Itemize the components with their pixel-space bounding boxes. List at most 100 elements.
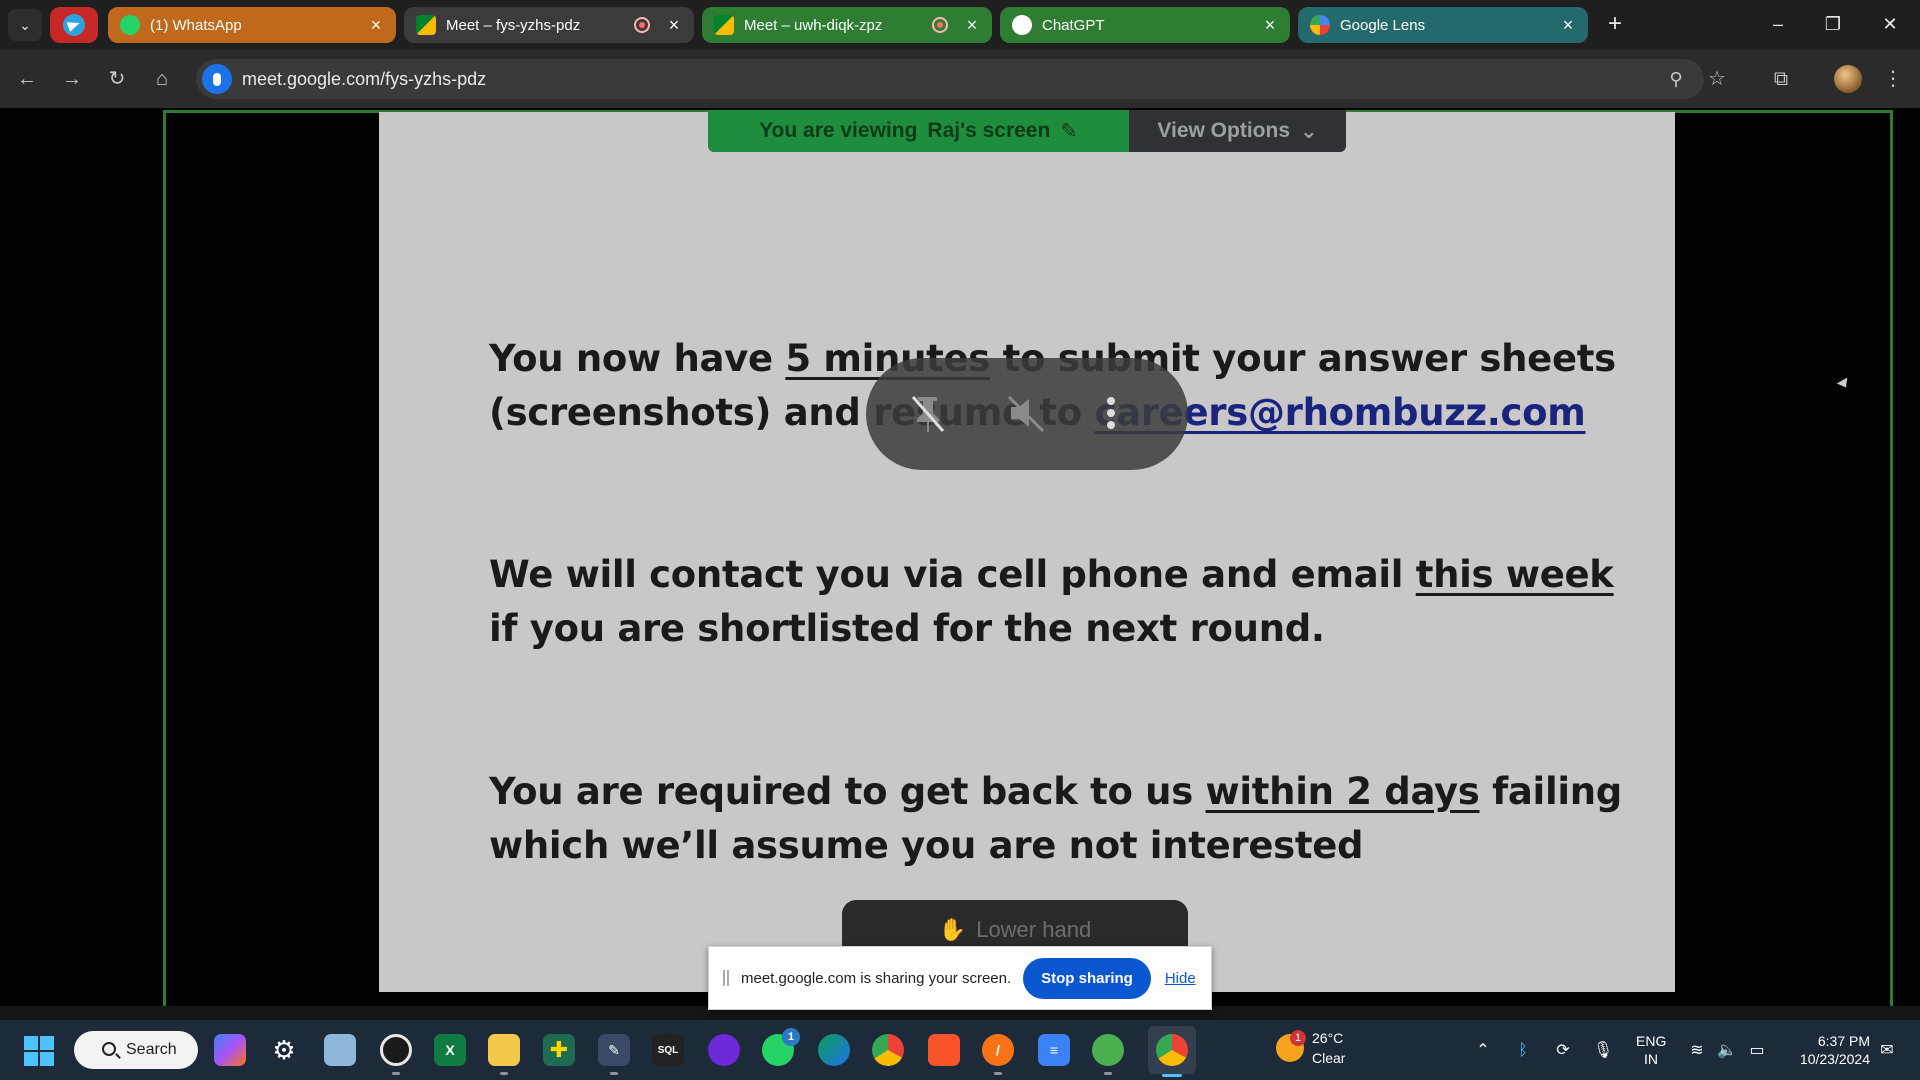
slide-underlined-text: within 2 days [1205,770,1480,813]
google-lens-icon [1310,15,1330,35]
brave-icon[interactable] [928,1034,960,1066]
browser-toolbar: ← → ↻ ⌂ meet.google.com/fys-yzhs-pdz ⚲ ☆… [0,50,1920,108]
windows-start-icon[interactable] [24,1036,54,1066]
file-explorer-icon[interactable] [488,1034,520,1066]
taskbar-search[interactable]: Search [74,1031,198,1069]
drag-handle-icon[interactable] [723,970,729,986]
running-indicator [994,1072,1002,1075]
app-gear-icon[interactable] [380,1034,412,1066]
slide-paragraph-2: We will contact you via cell phone and e… [489,548,1639,656]
restore-icon[interactable]: ❐ [1813,8,1853,40]
stop-sharing-button[interactable]: Stop sharing [1023,957,1151,999]
minimize-icon[interactable]: – [1758,8,1798,40]
forward-arrow-icon[interactable]: → [55,62,89,96]
recording-icon [932,17,948,33]
share-message: meet.google.com is sharing your screen. [741,969,1012,987]
bible-app-icon[interactable]: ✚ [543,1034,575,1066]
presenter-name: Raj's screen [927,119,1051,142]
close-icon[interactable]: × [964,15,980,36]
whatsapp-icon [120,15,140,35]
chevron-down-icon: ⌄ [1300,119,1318,143]
photos-icon[interactable] [324,1034,356,1066]
chrome-profile-icon[interactable] [1156,1034,1188,1066]
reload-icon[interactable]: ↻ [100,62,134,96]
home-icon[interactable]: ⌂ [145,62,179,96]
excel-icon[interactable]: X [434,1034,466,1066]
tab-title: ChatGPT [1042,16,1105,34]
wifi-icon[interactable]: ≋ [1686,1040,1708,1062]
microphone-icon[interactable]: 🎙 [1592,1040,1614,1062]
mask-app-icon[interactable] [708,1034,740,1066]
viewing-label: You are viewing Raj's screen ✎ [708,110,1129,152]
mysql-workbench-icon[interactable]: SQL [652,1034,684,1066]
sync-icon[interactable]: ⟳ [1552,1040,1574,1062]
settings-gear-icon[interactable]: ⚙ [268,1034,300,1066]
mute-audio-icon[interactable] [1000,388,1050,438]
speaker-muted-icon[interactable]: 🔈 [1716,1040,1738,1062]
window-close-icon[interactable]: ✕ [1870,8,1910,40]
pinned-tab-telegram[interactable] [50,7,98,43]
tab-meet-fys-yzhs-pdz[interactable]: Meet – fys-yzhs-pdz × [404,7,694,43]
address-bar[interactable]: meet.google.com/fys-yzhs-pdz ⚲ [196,59,1704,99]
extensions-puzzle-icon[interactable]: ⧉ [1764,62,1798,96]
tab-chatgpt[interactable]: ChatGPT × [1000,7,1290,43]
clock-time: 6:37 PM [1817,1033,1870,1049]
more-options-icon[interactable] [1086,388,1136,438]
language-indicator[interactable]: ENG IN [1636,1032,1666,1068]
slide-text: if you are shortlisted for the next roun… [489,607,1325,650]
unpin-icon[interactable] [902,388,952,438]
back-arrow-icon[interactable]: ← [10,62,44,96]
url-text: meet.google.com/fys-yzhs-pdz [242,69,487,89]
tab-search-chevron-icon[interactable]: ⌄ [8,9,42,41]
notepad-icon[interactable]: ≡ [1038,1034,1070,1066]
whatsapp-badge: 1 [782,1028,800,1046]
edge-icon[interactable] [818,1034,850,1066]
slide-text: You are required to get back to us [489,770,1206,813]
new-tab-plus-icon[interactable]: + [1600,10,1630,40]
tab-whatsapp[interactable]: (1) WhatsApp × [108,7,396,43]
tab-title: Google Lens [1340,16,1426,34]
copilot-icon[interactable] [214,1034,246,1066]
raised-hand-icon: ✋ [938,917,967,942]
microphone-in-use-icon[interactable] [202,64,232,94]
view-options-button[interactable]: View Options ⌄ [1129,110,1346,152]
chrome-icon[interactable] [872,1034,904,1066]
tile-hover-controls [866,358,1188,470]
close-icon[interactable]: × [1560,15,1576,36]
slide-paragraph-3: You are required to get back to us withi… [489,765,1639,873]
hide-link[interactable]: Hide [1165,970,1196,987]
leaf-app-icon[interactable] [1092,1034,1124,1066]
clock-date: 10/23/2024 [1799,1051,1870,1067]
running-indicator [1104,1072,1112,1075]
tab-strip: ⌄ (1) WhatsApp × Meet – fys-yzhs-pdz × M… [0,0,1920,50]
tab-title: Meet – fys-yzhs-pdz [446,16,581,34]
bookmark-star-icon[interactable]: ☆ [1700,62,1734,96]
slide-text: You now have [489,337,786,380]
notifications-icon[interactable]: ✉ [1876,1040,1898,1062]
zoom-icon[interactable]: ⚲ [1664,67,1688,91]
profile-avatar[interactable] [1834,65,1862,93]
close-icon[interactable]: × [666,15,682,36]
bluetooth-icon[interactable]: ᛒ [1512,1040,1534,1062]
close-icon[interactable]: × [368,15,384,36]
chrome-menu-icon[interactable]: ⋮ [1876,62,1910,96]
shared-screen-slide: You now have 5 minutes to submit your an… [379,112,1675,992]
search-label: Search [126,1041,177,1058]
weather-badge: 1 [1290,1030,1306,1046]
view-options-label: View Options [1157,119,1291,142]
language-code: ENG [1636,1033,1667,1049]
tab-meet-uwh-diqk-zpz[interactable]: Meet – uwh-diqk-zpz × [702,7,992,43]
weather-condition: Clear [1312,1050,1346,1066]
show-hidden-icons-chevron-up-icon[interactable]: ⌃ [1472,1040,1494,1062]
close-icon[interactable]: × [1262,15,1278,36]
google-meet-icon [416,15,436,35]
snipping-tool-icon[interactable]: ✎ [598,1034,630,1066]
tab-google-lens[interactable]: Google Lens × [1298,7,1588,43]
slide-text: We will contact you via cell phone and e… [489,553,1416,596]
search-icon [102,1042,116,1056]
system-clock[interactable]: 6:37 PM 10/23/2024 [1780,1032,1870,1068]
tab-title: (1) WhatsApp [150,16,242,34]
google-meet-icon [714,15,734,35]
pen-app-icon[interactable]: / [982,1034,1014,1066]
battery-icon[interactable]: ▭ [1746,1040,1768,1062]
